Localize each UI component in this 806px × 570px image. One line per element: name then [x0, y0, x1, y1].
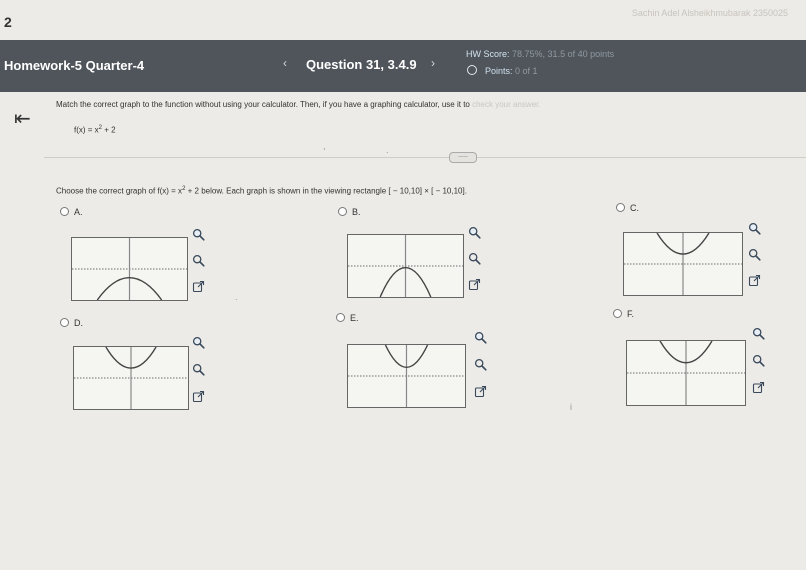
question-prompt: Choose the correct graph of f(x) = x2 + …	[56, 186, 467, 196]
radio-icon[interactable]	[616, 203, 625, 212]
option-d[interactable]: D.	[60, 318, 83, 328]
function-tail: + 2	[102, 125, 116, 135]
option-f[interactable]: F.	[613, 309, 634, 319]
external-link-icon[interactable]	[192, 280, 205, 293]
question-label: Question 31, 3.4.9	[306, 57, 417, 72]
chevron-left-icon[interactable]: ‹	[283, 56, 287, 70]
points-prefix: Points:	[485, 66, 513, 76]
option-e[interactable]: E.	[336, 313, 359, 323]
option-d-label: D.	[74, 318, 83, 328]
option-a[interactable]: A.	[60, 207, 83, 217]
zoom-out-icon[interactable]	[748, 248, 761, 261]
option-c-label: C.	[630, 203, 639, 213]
radio-icon[interactable]	[613, 309, 622, 318]
radio-icon[interactable]	[338, 207, 347, 216]
graph-plot	[627, 341, 745, 405]
stray-mark: .	[386, 145, 389, 155]
graph-plot	[348, 235, 463, 297]
zoom-in-icon[interactable]	[192, 228, 205, 241]
radio-icon[interactable]	[60, 318, 69, 327]
external-link-icon[interactable]	[752, 381, 765, 394]
instructions-main: Match the correct graph to the function …	[56, 100, 470, 109]
hw-score-value: 78.75%, 31.5 of 40 points	[512, 49, 615, 59]
stray-mark: .	[235, 292, 238, 302]
option-b-graph[interactable]	[347, 234, 464, 298]
zoom-in-icon[interactable]	[752, 327, 765, 340]
graph-plot	[348, 345, 465, 407]
option-b[interactable]: B.	[338, 207, 361, 217]
stray-mark: i	[570, 402, 572, 412]
assignment-header: Homework-5 Quarter-4 ‹ Question 31, 3.4.…	[0, 40, 806, 92]
hw-score-prefix: HW Score:	[466, 49, 510, 59]
zoom-out-icon[interactable]	[752, 354, 765, 367]
function-text: f(x) = x	[74, 125, 99, 135]
zoom-in-icon[interactable]	[474, 331, 487, 344]
points-circle-icon	[467, 65, 477, 75]
external-link-icon[interactable]	[474, 385, 487, 398]
page-number: 2	[4, 14, 12, 30]
option-d-graph[interactable]	[73, 346, 189, 410]
homework-title: Homework-5 Quarter-4	[4, 58, 145, 73]
radio-icon[interactable]	[60, 207, 69, 216]
graph-plot	[624, 233, 742, 295]
chevron-right-icon[interactable]: ›	[431, 56, 435, 70]
zoom-out-icon[interactable]	[474, 358, 487, 371]
zoom-in-icon[interactable]	[468, 226, 481, 239]
radio-icon[interactable]	[336, 313, 345, 322]
external-link-icon[interactable]	[748, 274, 761, 287]
prompt-before: Choose the correct graph of f(x) = x	[56, 186, 183, 196]
zoom-in-icon[interactable]	[192, 336, 205, 349]
instructions-faded: check your answer.	[472, 100, 541, 109]
divider	[44, 157, 806, 158]
zoom-in-icon[interactable]	[748, 222, 761, 235]
expand-button[interactable]: .....	[449, 152, 477, 163]
option-e-graph[interactable]	[347, 344, 466, 408]
option-a-graph[interactable]	[71, 237, 188, 301]
zoom-out-icon[interactable]	[468, 252, 481, 265]
zoom-out-icon[interactable]	[192, 363, 205, 376]
graph-plot	[72, 238, 187, 300]
external-link-icon[interactable]	[192, 390, 205, 403]
back-arrow-icon[interactable]: ⇤	[14, 109, 31, 129]
option-c-graph[interactable]	[623, 232, 743, 296]
hw-score: HW Score: 78.75%, 31.5 of 40 points	[466, 49, 614, 59]
option-e-label: E.	[350, 313, 359, 323]
function-definition: f(x) = x2 + 2	[74, 125, 116, 135]
prompt-after: + 2 below. Each graph is shown in the vi…	[185, 186, 467, 196]
external-link-icon[interactable]	[468, 278, 481, 291]
option-f-label: F.	[627, 309, 635, 319]
zoom-out-icon[interactable]	[192, 254, 205, 267]
user-name: Sachin Adel Alsheikhmubarak 2350025	[631, 8, 788, 18]
option-a-label: A.	[74, 207, 83, 217]
instructions: Match the correct graph to the function …	[56, 100, 541, 109]
option-f-graph[interactable]	[626, 340, 746, 406]
option-c[interactable]: C.	[616, 203, 639, 213]
points: Points: 0 of 1	[467, 65, 538, 76]
points-value: 0 of 1	[515, 66, 538, 76]
stray-mark: ,	[323, 141, 326, 151]
graph-plot	[74, 347, 188, 409]
option-b-label: B.	[352, 207, 361, 217]
